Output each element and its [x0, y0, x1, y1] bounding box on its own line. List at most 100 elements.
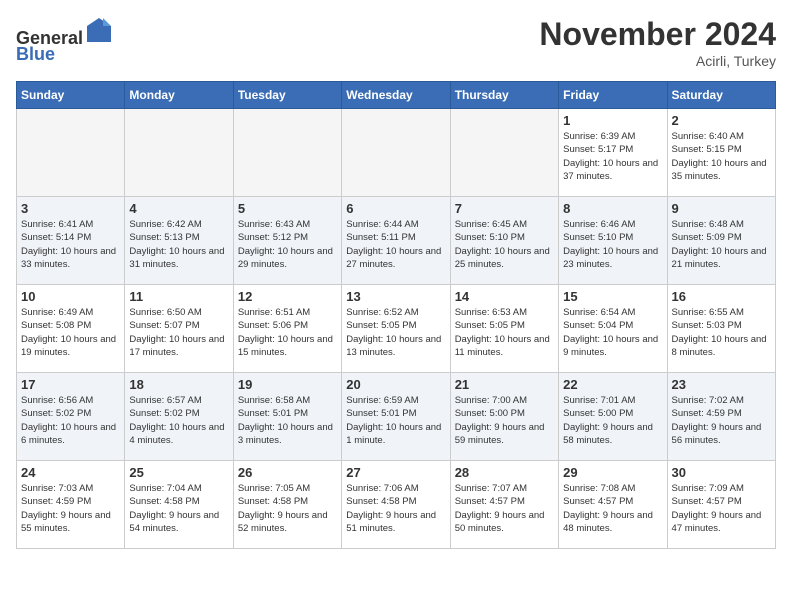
day-detail: Sunrise: 7:03 AMSunset: 4:59 PMDaylight:… — [21, 482, 120, 535]
day-number: 19 — [238, 377, 337, 392]
day-number: 3 — [21, 201, 120, 216]
calendar-cell: 17 Sunrise: 6:56 AMSunset: 5:02 PMDayligh… — [17, 373, 125, 461]
weekday-header: Friday — [559, 82, 667, 109]
calendar-cell: 7 Sunrise: 6:45 AMSunset: 5:10 PMDaylight… — [450, 197, 558, 285]
calendar-week-row: 3 Sunrise: 6:41 AMSunset: 5:14 PMDaylight… — [17, 197, 776, 285]
day-detail: Sunrise: 6:48 AMSunset: 5:09 PMDaylight:… — [672, 218, 771, 271]
calendar-cell: 22 Sunrise: 7:01 AMSunset: 5:00 PMDayligh… — [559, 373, 667, 461]
calendar-cell — [125, 109, 233, 197]
calendar-cell: 14 Sunrise: 6:53 AMSunset: 5:05 PMDayligh… — [450, 285, 558, 373]
day-detail: Sunrise: 6:43 AMSunset: 5:12 PMDaylight:… — [238, 218, 337, 271]
day-number: 6 — [346, 201, 445, 216]
day-number: 4 — [129, 201, 228, 216]
calendar-cell: 30 Sunrise: 7:09 AMSunset: 4:57 PMDayligh… — [667, 461, 775, 549]
day-number: 16 — [672, 289, 771, 304]
calendar-cell: 2 Sunrise: 6:40 AMSunset: 5:15 PMDaylight… — [667, 109, 775, 197]
calendar-cell: 15 Sunrise: 6:54 AMSunset: 5:04 PMDayligh… — [559, 285, 667, 373]
calendar-cell: 29Sunrise: 7:08 AMSunset: 4:57 PMDayligh… — [559, 461, 667, 549]
day-detail: Sunrise: 6:45 AMSunset: 5:10 PMDaylight:… — [455, 218, 554, 271]
day-number: 7 — [455, 201, 554, 216]
day-number: 20 — [346, 377, 445, 392]
calendar-cell — [233, 109, 341, 197]
weekday-header: Monday — [125, 82, 233, 109]
day-detail: Sunrise: 7:07 AMSunset: 4:57 PMDaylight:… — [455, 482, 554, 535]
day-detail: Sunrise: 6:39 AMSunset: 5:17 PMDaylight:… — [563, 130, 662, 183]
calendar-week-row: 24 Sunrise: 7:03 AMSunset: 4:59 PMDayligh… — [17, 461, 776, 549]
weekday-header: Tuesday — [233, 82, 341, 109]
title-block: November 2024 Acirli, Turkey — [539, 16, 776, 69]
calendar-cell: 1 Sunrise: 6:39 AMSunset: 5:17 PMDaylight… — [559, 109, 667, 197]
day-number: 23 — [672, 377, 771, 392]
day-detail: Sunrise: 7:02 AMSunset: 4:59 PMDaylight:… — [672, 394, 771, 447]
day-detail: Sunrise: 6:40 AMSunset: 5:15 PMDaylight:… — [672, 130, 771, 183]
day-detail: Sunrise: 6:52 AMSunset: 5:05 PMDaylight:… — [346, 306, 445, 359]
day-number: 24 — [21, 465, 120, 480]
day-number: 9 — [672, 201, 771, 216]
day-number: 12 — [238, 289, 337, 304]
calendar-cell: 26 Sunrise: 7:05 AMSunset: 4:58 PMDayligh… — [233, 461, 341, 549]
location: Acirli, Turkey — [539, 53, 776, 69]
day-number: 21 — [455, 377, 554, 392]
day-detail: Sunrise: 6:57 AMSunset: 5:02 PMDaylight:… — [129, 394, 228, 447]
day-detail: Sunrise: 7:09 AMSunset: 4:57 PMDaylight:… — [672, 482, 771, 535]
calendar-cell: 23 Sunrise: 7:02 AMSunset: 4:59 PMDayligh… — [667, 373, 775, 461]
day-number: 14 — [455, 289, 554, 304]
calendar-cell: 13 Sunrise: 6:52 AMSunset: 5:05 PMDayligh… — [342, 285, 450, 373]
day-detail: Sunrise: 6:59 AMSunset: 5:01 PMDaylight:… — [346, 394, 445, 447]
calendar-cell: 21 Sunrise: 7:00 AMSunset: 5:00 PMDayligh… — [450, 373, 558, 461]
day-number: 28 — [455, 465, 554, 480]
day-detail: Sunrise: 6:55 AMSunset: 5:03 PMDaylight:… — [672, 306, 771, 359]
calendar-cell: 28 Sunrise: 7:07 AMSunset: 4:57 PMDayligh… — [450, 461, 558, 549]
day-number: 1 — [563, 113, 662, 128]
day-number: 13 — [346, 289, 445, 304]
day-number: 15 — [563, 289, 662, 304]
calendar-cell: 8 Sunrise: 6:46 AMSunset: 5:10 PMDaylight… — [559, 197, 667, 285]
calendar-cell: 18 Sunrise: 6:57 AMSunset: 5:02 PMDayligh… — [125, 373, 233, 461]
day-number: 27 — [346, 465, 445, 480]
day-number: 10 — [21, 289, 120, 304]
calendar-cell: 16 Sunrise: 6:55 AMSunset: 5:03 PMDayligh… — [667, 285, 775, 373]
calendar-cell: 25Sunrise: 7:04 AMSunset: 4:58 PMDayligh… — [125, 461, 233, 549]
calendar-table: SundayMondayTuesdayWednesdayThursdayFrid… — [16, 81, 776, 549]
day-detail: Sunrise: 6:56 AMSunset: 5:02 PMDaylight:… — [21, 394, 120, 447]
month-title: November 2024 — [539, 16, 776, 53]
calendar-cell: 12 Sunrise: 6:51 AMSunset: 5:06 PMDayligh… — [233, 285, 341, 373]
day-detail: Sunrise: 6:51 AMSunset: 5:06 PMDaylight:… — [238, 306, 337, 359]
day-number: 30 — [672, 465, 771, 480]
calendar-cell: 4 Sunrise: 6:42 AMSunset: 5:13 PMDaylight… — [125, 197, 233, 285]
calendar-cell: 3 Sunrise: 6:41 AMSunset: 5:14 PMDaylight… — [17, 197, 125, 285]
day-detail: Sunrise: 7:00 AMSunset: 5:00 PMDaylight:… — [455, 394, 554, 447]
day-detail: Sunrise: 6:54 AMSunset: 5:04 PMDaylight:… — [563, 306, 662, 359]
day-number: 2 — [672, 113, 771, 128]
calendar-cell: 24 Sunrise: 7:03 AMSunset: 4:59 PMDayligh… — [17, 461, 125, 549]
day-detail: Sunrise: 6:50 AMSunset: 5:07 PMDaylight:… — [129, 306, 228, 359]
day-detail: Sunrise: 7:05 AMSunset: 4:58 PMDaylight:… — [238, 482, 337, 535]
calendar-week-row: 10 Sunrise: 6:49 AMSunset: 5:08 PMDayligh… — [17, 285, 776, 373]
day-detail: Sunrise: 6:42 AMSunset: 5:13 PMDaylight:… — [129, 218, 228, 271]
calendar-cell: 9 Sunrise: 6:48 AMSunset: 5:09 PMDaylight… — [667, 197, 775, 285]
day-detail: Sunrise: 7:01 AMSunset: 5:00 PMDaylight:… — [563, 394, 662, 447]
weekday-header: Wednesday — [342, 82, 450, 109]
calendar-cell: 27Sunrise: 7:06 AMSunset: 4:58 PMDayligh… — [342, 461, 450, 549]
day-number: 26 — [238, 465, 337, 480]
weekday-header: Thursday — [450, 82, 558, 109]
day-detail: Sunrise: 6:49 AMSunset: 5:08 PMDaylight:… — [21, 306, 120, 359]
day-detail: Sunrise: 6:44 AMSunset: 5:11 PMDaylight:… — [346, 218, 445, 271]
day-number: 18 — [129, 377, 228, 392]
calendar-cell — [450, 109, 558, 197]
day-number: 8 — [563, 201, 662, 216]
day-detail: Sunrise: 6:53 AMSunset: 5:05 PMDaylight:… — [455, 306, 554, 359]
day-number: 22 — [563, 377, 662, 392]
day-detail: Sunrise: 6:41 AMSunset: 5:14 PMDaylight:… — [21, 218, 120, 271]
calendar-cell: 6 Sunrise: 6:44 AMSunset: 5:11 PMDaylight… — [342, 197, 450, 285]
logo: General Blue — [16, 16, 113, 65]
calendar-week-row: 1 Sunrise: 6:39 AMSunset: 5:17 PMDaylight… — [17, 109, 776, 197]
weekday-header: Saturday — [667, 82, 775, 109]
day-number: 17 — [21, 377, 120, 392]
day-number: 5 — [238, 201, 337, 216]
calendar-cell: 10 Sunrise: 6:49 AMSunset: 5:08 PMDayligh… — [17, 285, 125, 373]
logo-icon — [85, 16, 113, 44]
day-detail: Sunrise: 6:46 AMSunset: 5:10 PMDaylight:… — [563, 218, 662, 271]
page-header: General Blue November 2024 Acirli, Turke… — [16, 16, 776, 69]
calendar-cell: 20 Sunrise: 6:59 AMSunset: 5:01 PMDayligh… — [342, 373, 450, 461]
